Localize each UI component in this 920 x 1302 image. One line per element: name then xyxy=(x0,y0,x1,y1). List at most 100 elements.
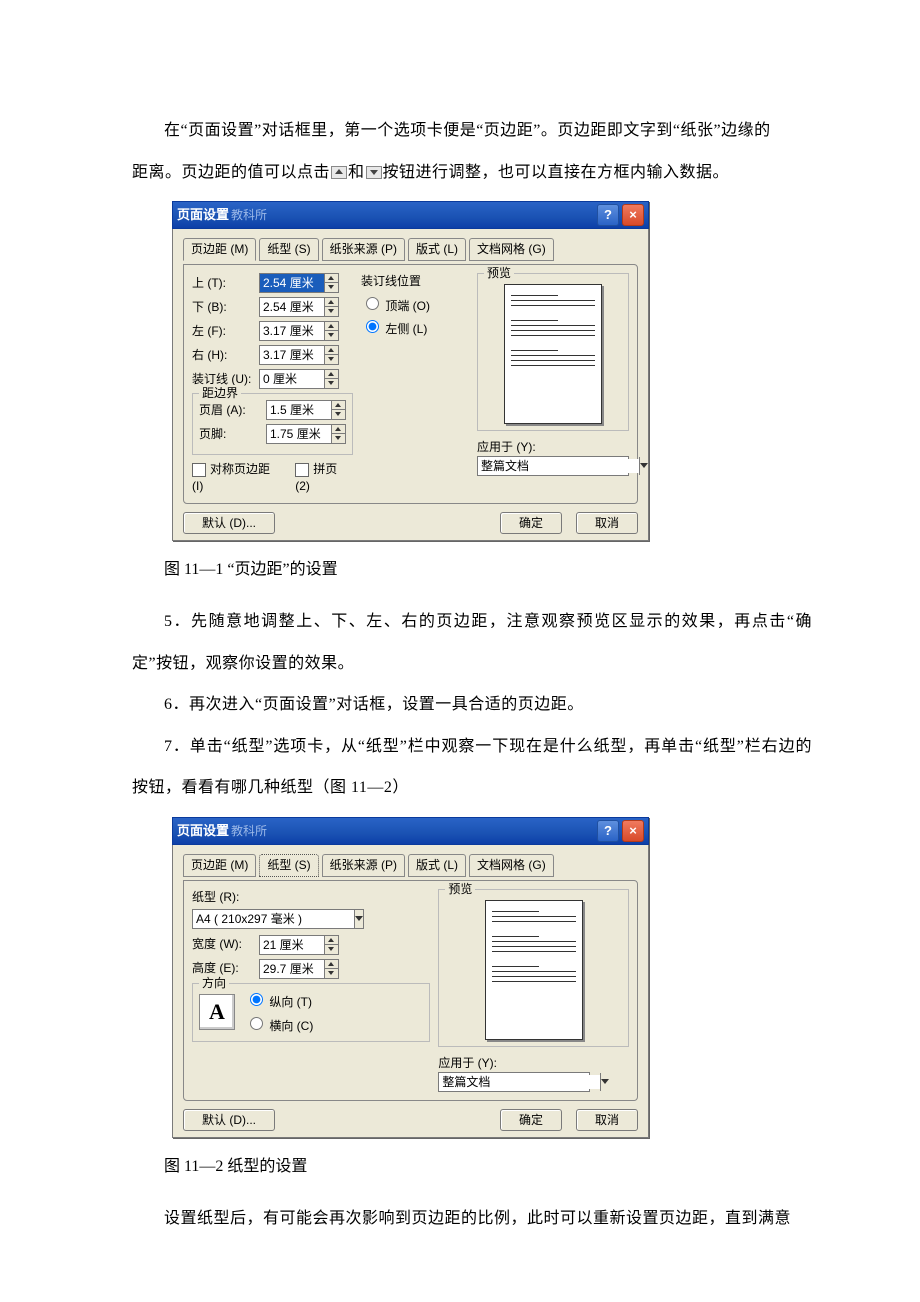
cancel-button[interactable]: 取消 xyxy=(576,512,638,535)
apply-to-label: 应用于 (Y): xyxy=(438,1055,629,1072)
spin-up-icon[interactable] xyxy=(325,298,338,308)
paragraph: 7．单击“纸型”选项卡，从“纸型”栏中观察一下现在是什么纸型，再单击“纸型”栏右… xyxy=(132,726,812,809)
dialog-subtitle: 教科所 xyxy=(231,208,267,222)
dialog-title: 页面设置 xyxy=(177,823,229,838)
spin-up-icon[interactable] xyxy=(325,960,338,970)
tab-paper[interactable]: 纸型 (S) xyxy=(259,238,318,261)
label: 横向 (C) xyxy=(269,1019,313,1033)
preview-thumbnail xyxy=(485,900,583,1040)
figure-caption-1: 图 11—1 “页边距”的设置 xyxy=(132,549,812,591)
paragraph: 在“页面设置”对话框里，第一个选项卡便是“页边距”。页边距即文字到“纸张”边缘的 xyxy=(132,110,812,152)
figure-caption-2: 图 11—2 纸型的设置 xyxy=(132,1146,812,1188)
apply-to-label: 应用于 (Y): xyxy=(477,439,629,456)
spin-up-icon[interactable] xyxy=(325,322,338,332)
tab-source[interactable]: 纸张来源 (P) xyxy=(322,238,405,261)
legend: 距边界 xyxy=(199,385,241,402)
dialog-titlebar: 页面设置教科所 ? × xyxy=(172,201,649,229)
margin-right-input[interactable] xyxy=(259,345,339,365)
paper-size-label: 纸型 (R): xyxy=(192,889,430,906)
page-setup-dialog-margins: 页面设置教科所 ? × 页边距 (M) 纸型 (S) 纸张来源 (P) 版式 (… xyxy=(172,201,649,541)
apply-to-combo[interactable] xyxy=(438,1072,590,1092)
paragraph: 6．再次进入“页面设置”对话框，设置一具合适的页边距。 xyxy=(132,684,812,726)
two-pages-checkbox[interactable]: 拼页 (2) xyxy=(295,461,353,495)
preview-group: 预览 xyxy=(438,889,629,1047)
tab-grid[interactable]: 文档网格 (G) xyxy=(469,238,554,261)
tab-paper[interactable]: 纸型 (S) xyxy=(259,854,318,877)
tab-margins[interactable]: 页边距 (M) xyxy=(183,238,256,261)
ok-button[interactable]: 确定 xyxy=(500,512,562,535)
spin-up-icon[interactable] xyxy=(325,370,338,380)
tabs: 页边距 (M) 纸型 (S) 纸张来源 (P) 版式 (L) 文档网格 (G) xyxy=(183,237,638,260)
mirror-margins-checkbox[interactable]: 对称页边距 (I) xyxy=(192,461,281,495)
preview-thumbnail xyxy=(504,284,602,424)
spin-down-icon[interactable] xyxy=(325,355,338,364)
text: 按钮进行调整，也可以直接在方框内输入数据。 xyxy=(383,164,730,181)
dialog-title: 页面设置 xyxy=(177,207,229,222)
close-button[interactable]: × xyxy=(622,204,644,226)
legend: 预览 xyxy=(484,265,514,282)
spin-down-icon xyxy=(366,166,382,179)
label-footer: 页脚: xyxy=(199,426,263,443)
label-header: 页眉 (A): xyxy=(199,402,263,419)
preview-group: 预览 xyxy=(477,273,629,431)
cancel-button[interactable]: 取消 xyxy=(576,1109,638,1132)
help-button[interactable]: ? xyxy=(597,204,619,226)
help-button[interactable]: ? xyxy=(597,820,619,842)
margin-top-input[interactable] xyxy=(259,273,339,293)
label-width: 宽度 (W): xyxy=(192,936,256,953)
edge-group: 距边界 页眉 (A): 页脚: xyxy=(192,393,353,455)
width-input[interactable] xyxy=(259,935,339,955)
spin-down-icon[interactable] xyxy=(325,283,338,292)
spin-up-icon[interactable] xyxy=(325,346,338,356)
page-setup-dialog-paper: 页面设置教科所 ? × 页边距 (M) 纸型 (S) 纸张来源 (P) 版式 (… xyxy=(172,817,649,1138)
footer-input[interactable] xyxy=(266,424,346,444)
portrait-radio[interactable]: 纵向 (T) xyxy=(245,990,313,1011)
margin-left-input[interactable] xyxy=(259,321,339,341)
label-top: 上 (T): xyxy=(192,275,256,292)
chevron-down-icon[interactable] xyxy=(354,910,363,928)
tab-grid[interactable]: 文档网格 (G) xyxy=(469,854,554,877)
margin-bottom-input[interactable] xyxy=(259,297,339,317)
close-button[interactable]: × xyxy=(622,820,644,842)
ok-button[interactable]: 确定 xyxy=(500,1109,562,1132)
spin-down-icon[interactable] xyxy=(332,434,345,443)
apply-to-combo[interactable] xyxy=(477,456,629,476)
spin-up-icon[interactable] xyxy=(332,425,345,435)
tab-layout[interactable]: 版式 (L) xyxy=(408,854,466,877)
default-button[interactable]: 默认 (D)... xyxy=(183,512,275,535)
tab-source[interactable]: 纸张来源 (P) xyxy=(322,854,405,877)
paragraph: 设置纸型后，有可能会再次影响到页边距的比例，此时可以重新设置页边距，直到满意 xyxy=(132,1198,812,1240)
tab-layout[interactable]: 版式 (L) xyxy=(408,238,466,261)
chevron-down-icon[interactable] xyxy=(600,1073,609,1091)
gutter-top-radio[interactable]: 顶端 (O) xyxy=(361,294,469,315)
landscape-radio[interactable]: 横向 (C) xyxy=(245,1014,313,1035)
chevron-down-icon[interactable] xyxy=(639,457,648,475)
orientation-icon: A xyxy=(199,994,235,1030)
label: 左侧 (L) xyxy=(385,322,427,336)
spin-down-icon[interactable] xyxy=(332,410,345,419)
legend: 预览 xyxy=(445,881,475,898)
paper-size-combo[interactable] xyxy=(192,909,364,929)
dialog-subtitle: 教科所 xyxy=(231,824,267,838)
label: 纵向 (T) xyxy=(269,995,312,1009)
spin-up-icon[interactable] xyxy=(332,401,345,411)
gutter-left-radio[interactable]: 左侧 (L) xyxy=(361,317,469,338)
gutter-input[interactable] xyxy=(259,369,339,389)
label-bottom: 下 (B): xyxy=(192,299,256,316)
spin-down-icon[interactable] xyxy=(325,331,338,340)
spin-up-icon[interactable] xyxy=(325,936,338,946)
label-left: 左 (F): xyxy=(192,323,256,340)
spin-down-icon[interactable] xyxy=(325,945,338,954)
paragraph: 5．先随意地调整上、下、左、右的页边距，注意观察预览区显示的效果，再点击“确定”… xyxy=(132,601,812,684)
spin-down-icon[interactable] xyxy=(325,307,338,316)
spin-up-icon xyxy=(331,166,347,179)
header-input[interactable] xyxy=(266,400,346,420)
paragraph: 距离。页边距的值可以点击和按钮进行调整，也可以直接在方框内输入数据。 xyxy=(132,152,812,194)
spin-down-icon[interactable] xyxy=(325,379,338,388)
height-input[interactable] xyxy=(259,959,339,979)
orientation-group: 方向 A 纵向 (T) 横向 (C) xyxy=(192,983,430,1043)
tab-margins[interactable]: 页边距 (M) xyxy=(183,854,256,877)
default-button[interactable]: 默认 (D)... xyxy=(183,1109,275,1132)
spin-up-icon[interactable] xyxy=(325,274,338,284)
spin-down-icon[interactable] xyxy=(325,969,338,978)
